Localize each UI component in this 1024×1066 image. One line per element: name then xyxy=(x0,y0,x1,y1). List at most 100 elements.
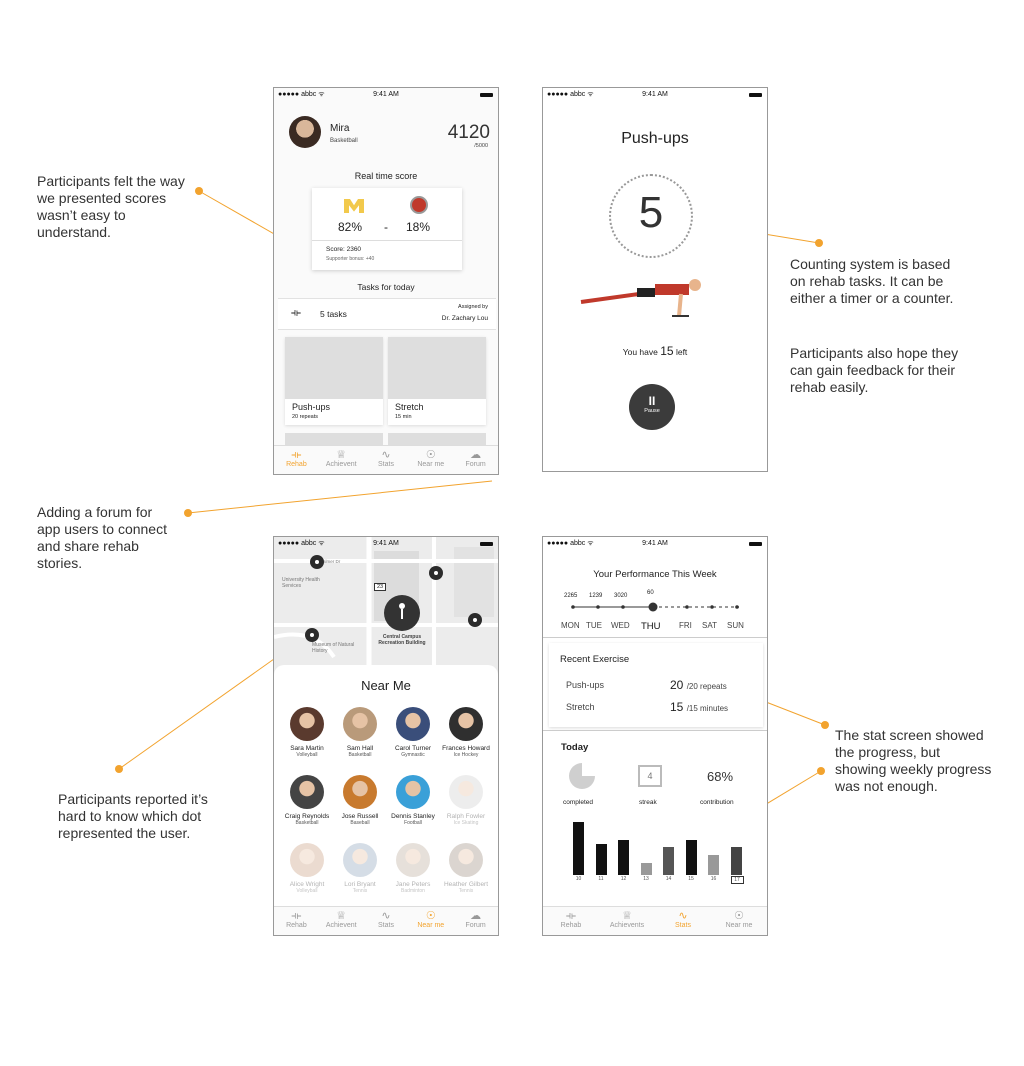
week-value-mon: 2265 xyxy=(564,593,578,599)
tab-stats[interactable]: ∿ Stats xyxy=(364,907,409,935)
task-detail: 15 min xyxy=(395,414,412,420)
recent-title: Recent Exercise xyxy=(560,654,630,665)
status-bar: ●●●●● abbc ᯤ 9:41 AM xyxy=(543,88,767,102)
tab-label: Stats xyxy=(378,461,394,468)
section-divider xyxy=(543,637,767,638)
exercise-value: 15 /15 minutes xyxy=(670,700,728,714)
day-sat: SAT xyxy=(702,621,717,630)
recent-exercise-card[interactable]: Recent Exercise Push-ups 20 /20 repeats … xyxy=(549,643,763,727)
chat-icon: ☁ xyxy=(470,449,482,461)
battery-icon xyxy=(480,542,493,546)
score-card[interactable]: 82% - 18% Score: 2360 Supporter bonus: +… xyxy=(312,188,462,270)
person-card[interactable]: Lori Bryant Tennis xyxy=(333,843,387,894)
tab-label: Near me xyxy=(417,922,445,929)
daily-bar-chart: 10 11 12 13 14 15 16 17 xyxy=(569,815,749,887)
phone-pushups-screen: ●●●●● abbc ᯤ 9:41 AM Push-ups 5 You have… xyxy=(542,87,768,472)
tab-label: Near me xyxy=(725,922,753,929)
daily-bar-label: 17 xyxy=(730,876,744,884)
avatar xyxy=(449,775,483,809)
status-bar: ●●●●● abbc ᯤ 9:41 AM xyxy=(274,88,498,102)
tasks-row[interactable]: ⟛ 5 tasks Assigned by Dr. Zachary Lou xyxy=(278,298,496,330)
avatar xyxy=(396,843,430,877)
person-card[interactable]: Carol Turner Gymnastic xyxy=(386,707,440,758)
person-card[interactable]: Jane Peters Badminton xyxy=(386,843,440,894)
person-name: Heather Gilbert xyxy=(443,881,489,888)
avatar xyxy=(290,775,324,809)
exercise-title: Push-ups xyxy=(621,130,689,147)
day-tue: TUE xyxy=(586,621,602,630)
tab-label: Achievent xyxy=(325,922,357,929)
trophy-icon: ♕ xyxy=(622,910,632,922)
person-card[interactable]: Craig Reynolds Basketball xyxy=(280,775,334,826)
pause-button[interactable]: II Pause xyxy=(629,384,675,430)
task-card-pushups[interactable]: Push-ups 20 repeats xyxy=(285,337,383,425)
exercise-done: 20 xyxy=(670,678,684,692)
tab-near-me[interactable]: ☉ Near me xyxy=(711,907,767,935)
remaining-count: 15 xyxy=(660,344,674,358)
map-marker[interactable] xyxy=(305,628,319,642)
daily-bar xyxy=(730,847,742,875)
tab-near-me[interactable]: ☉ Near me xyxy=(408,446,453,474)
museum-label: Museum of Natural History xyxy=(312,642,355,654)
footprint-icon: ☉ xyxy=(425,449,436,461)
daily-bar-label: 14 xyxy=(665,876,672,882)
tab-forum[interactable]: ☁ Forum xyxy=(453,446,498,474)
task-card-stretch[interactable]: Stretch 15 min xyxy=(388,337,486,425)
person-card[interactable]: Jose Russell Baseball xyxy=(333,775,387,826)
day-mon: MON xyxy=(561,621,580,630)
tab-rehab[interactable]: ⟛ Rehab xyxy=(543,907,599,935)
location-pin[interactable] xyxy=(384,595,420,631)
person-card[interactable]: Sara Martin Volleyball xyxy=(280,707,334,758)
tab-near-me[interactable]: ☉ Near me xyxy=(408,907,453,935)
map-marker[interactable] xyxy=(429,566,443,580)
person-name: Jane Peters xyxy=(395,881,431,888)
map-marker[interactable] xyxy=(468,613,482,627)
university-label: University Health Services xyxy=(282,577,320,589)
tab-rehab[interactable]: ⟛ Rehab xyxy=(274,907,319,935)
person-card[interactable]: Sam Hall Basketball xyxy=(333,707,387,758)
person-card[interactable]: Dennis Stanley Football xyxy=(386,775,440,826)
phone-home-screen: ●●●●● abbc ᯤ 9:41 AM Mira Basketball 412… xyxy=(273,87,499,475)
person-name: Sara Martin xyxy=(290,745,324,752)
person-card[interactable]: Frances Howard Ice Hockey xyxy=(439,707,493,758)
avatar xyxy=(290,843,324,877)
team-right-percent: 18% xyxy=(406,220,431,234)
task-name: Push-ups xyxy=(292,402,331,412)
tab-bar: ⟛ Rehab ♕ Achievents ∿ Stats ☉ Near me xyxy=(543,906,767,935)
tab-label: Rehab xyxy=(286,461,307,468)
assigned-label: Assigned by xyxy=(458,304,488,310)
task-detail: 20 repeats xyxy=(292,414,318,420)
person-sport: Football xyxy=(404,820,422,826)
person-name: Sam Hall xyxy=(346,745,374,752)
map-marker[interactable] xyxy=(310,555,324,569)
tab-achievents[interactable]: ♕ Achievents xyxy=(599,907,655,935)
person-card[interactable]: Heather Gilbert Tennis xyxy=(439,843,493,894)
exercise-value: 20 /20 repeats xyxy=(670,678,727,692)
person-name: Carol Turner xyxy=(394,745,432,752)
person-card[interactable]: Alice Wright Volleyball xyxy=(280,843,334,894)
metric-label-streak: streak xyxy=(639,799,657,806)
tab-rehab[interactable]: ⟛ Rehab xyxy=(274,446,319,474)
bonus-text: Supporter bonus: +40 xyxy=(326,256,375,262)
tab-achievent[interactable]: ♕ Achievent xyxy=(319,446,364,474)
status-bar: ●●●●● abbc ᯤ 9:41 AM xyxy=(543,537,767,551)
person-card[interactable]: Ralph Fowler Ice Skating xyxy=(439,775,493,826)
daily-bar xyxy=(618,840,629,875)
performance-title: Your Performance This Week xyxy=(593,569,717,580)
map-view[interactable]: Palmer Dr University Health Services Mus… xyxy=(274,537,498,677)
task-thumbnail xyxy=(388,337,486,399)
person-sport: Basketball xyxy=(295,820,319,826)
tab-stats[interactable]: ∿ Stats xyxy=(364,446,409,474)
tab-bar: ⟛ Rehab ♕ Achievent ∿ Stats ☉ Near me ☁ Forum xyxy=(274,445,498,474)
avatar xyxy=(449,843,483,877)
tab-achievent[interactable]: ♕ Achievent xyxy=(319,907,364,935)
stats-icon: ∿ xyxy=(381,910,391,922)
dumbbell-icon: ⟛ xyxy=(566,910,576,922)
exercise-name: Stretch xyxy=(566,702,595,712)
phone-stats-screen: ●●●●● abbc ᯤ 9:41 AM Your Performance Th… xyxy=(542,536,768,936)
person-sport: Volleyball xyxy=(296,888,318,894)
avatar[interactable] xyxy=(289,116,321,148)
tab-stats[interactable]: ∿ Stats xyxy=(655,907,711,935)
person-sport: Ice Skating xyxy=(453,820,479,826)
tab-forum[interactable]: ☁ Forum xyxy=(453,907,498,935)
